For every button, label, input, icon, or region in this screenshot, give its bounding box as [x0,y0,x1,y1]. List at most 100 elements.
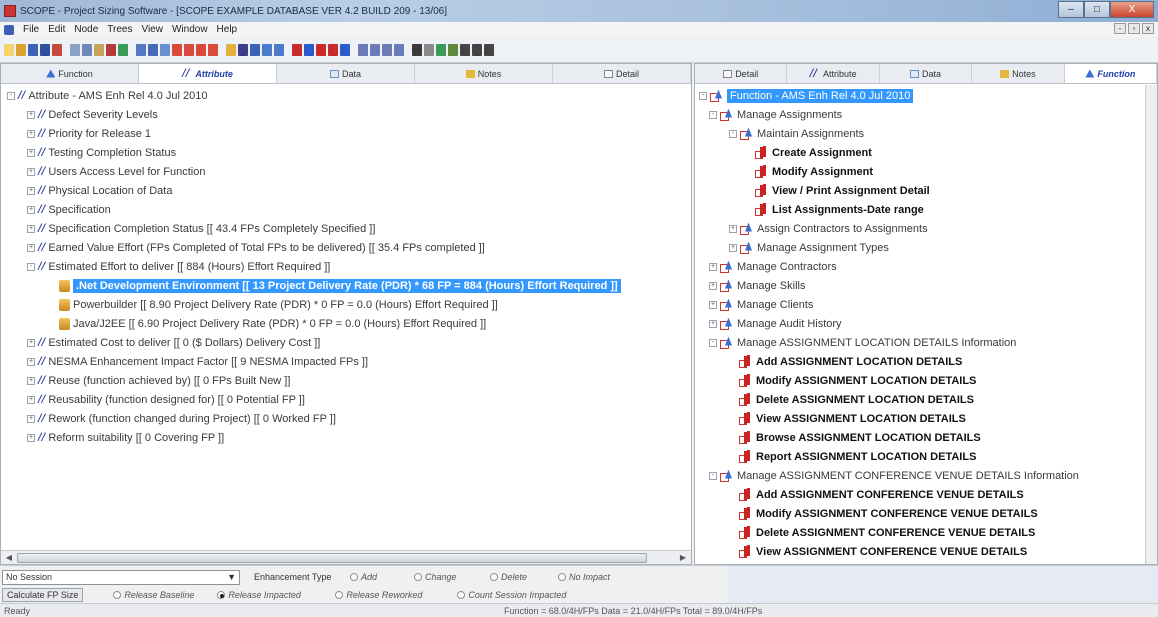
collapse-icon[interactable]: - [729,129,737,138]
tree-child-selected[interactable]: .Net Development Environment [[ 13 Proje… [1,276,691,295]
tree-item[interactable]: +//Users Access Level for Function [1,162,691,181]
save-all-icon[interactable] [40,43,50,56]
tree-group[interactable]: + Manage Clients [695,295,1145,314]
tree-group[interactable]: - Manage Assignments [695,105,1145,124]
tree-leaf[interactable]: View ASSIGNMENT CONFERENCE VENUE DETAILS [695,542,1145,561]
home-icon[interactable] [52,43,62,56]
tree-item[interactable]: +//Defect Severity Levels [1,105,691,124]
tree-leaf[interactable]: View ASSIGNMENT LOCATION DETAILS [695,409,1145,428]
maximize-button[interactable]: □ [1084,1,1110,18]
tree-leaf[interactable]: Delete ASSIGNMENT CONFERENCE VENUE DETAI… [695,523,1145,542]
release-impacted-radio[interactable]: Release Impacted [217,590,335,600]
refresh-icon[interactable] [436,43,446,56]
horizontal-scrollbar[interactable]: ◀ ▶ [1,550,691,564]
expand-icon[interactable]: + [27,357,35,366]
expand-icon[interactable]: + [27,224,35,233]
calculate-fp-size-button[interactable]: Calculate FP Size [2,588,84,602]
tree-group[interactable]: + Assign Contractors to Assignments [695,219,1145,238]
scroll-right-icon[interactable]: ▶ [677,552,689,564]
enh-add-radio[interactable]: Add [350,572,414,582]
tab-function[interactable]: Function [1064,64,1157,83]
menu-window[interactable]: Window [172,24,208,35]
zoom-out-icon[interactable] [274,43,284,56]
tab-attribute[interactable]: //Attribute [787,64,880,83]
count-session-impacted-radio[interactable]: Count Session Impacted [457,590,566,600]
flag-red2-icon[interactable] [316,43,326,56]
menu-trees[interactable]: Trees [107,24,132,35]
tree-leaf[interactable]: View / Print Assignment Detail [695,181,1145,200]
expand-icon[interactable]: + [27,414,35,423]
session-dropdown[interactable]: No Session ▼ [2,569,240,585]
right-icon[interactable] [208,43,218,56]
tree-item[interactable]: +//Specification [1,200,691,219]
tree-leaf[interactable]: Create Assignment [695,143,1145,162]
collapse-icon[interactable]: - [709,338,717,347]
scroll-thumb[interactable] [17,553,647,563]
tab-data[interactable]: Data [277,64,415,83]
enh-change-radio[interactable]: Change [414,572,490,582]
tree-group[interactable]: - Manage ASSIGNMENT LOCATION DETAILS Info… [695,333,1145,352]
attribute-icon[interactable] [358,43,368,56]
vertical-scrollbar[interactable] [1145,85,1157,564]
tab-notes[interactable]: Notes [972,64,1065,83]
tree-leaf[interactable]: Add ASSIGNMENT LOCATION DETAILS [695,352,1145,371]
menu-view[interactable]: View [141,24,163,35]
menu-node[interactable]: Node [74,24,98,35]
tree-leaf[interactable]: Report ASSIGNMENT LOCATION DETAILS [695,447,1145,466]
enh-no-impact-radio[interactable]: No Impact [558,572,610,582]
enh-delete-radio[interactable]: Delete [490,572,558,582]
flag-red3-icon[interactable] [328,43,338,56]
sum2-icon[interactable] [472,43,482,56]
app-menu-icon[interactable] [4,24,14,35]
tree-group[interactable]: + Manage Contractors [695,257,1145,276]
cycle-icon[interactable] [448,43,458,56]
flag-blue2-icon[interactable] [340,43,350,56]
tab-detail[interactable]: Detail [695,64,788,83]
mdi-restore-button[interactable]: ▫ [1128,23,1140,34]
tree-item[interactable]: +//Rework (function changed during Proje… [1,409,691,428]
menu-help[interactable]: Help [217,24,238,35]
tree-child[interactable]: Java/J2EE [[ 6.90 Project Delivery Rate … [1,314,691,333]
tree-group[interactable]: + Manage Skills [695,276,1145,295]
zoom-in-icon[interactable] [262,43,272,56]
expand-icon[interactable]: + [27,243,35,252]
tree-leaf[interactable]: List Assignments-Date range [695,200,1145,219]
tree-item[interactable]: +//Physical Location of Data [1,181,691,200]
expand-icon[interactable]: + [27,395,35,404]
tab-function[interactable]: Function [1,64,139,83]
release-baseline-radio[interactable]: Release Baseline [113,590,217,600]
tree-item[interactable]: +//NESMA Enhancement Impact Factor [[ 9 … [1,352,691,371]
scroll-left-icon[interactable]: ◀ [3,552,15,564]
mdi-minimize-button[interactable]: - [1114,23,1126,34]
expand-icon[interactable]: + [27,186,35,195]
flag-blue-icon[interactable] [304,43,314,56]
close-button[interactable]: X [1110,1,1154,18]
tree-leaf[interactable]: Browse ASSIGNMENT LOCATION DETAILS [695,428,1145,447]
up-icon[interactable] [172,43,182,56]
expand-icon[interactable]: + [709,262,717,271]
expand-icon[interactable]: + [27,148,35,157]
expand-icon[interactable]: + [729,224,737,233]
link-icon[interactable] [412,43,422,56]
collapse-icon[interactable]: - [7,91,15,100]
attribute2-icon[interactable] [370,43,380,56]
tree-item[interactable]: +//Estimated Cost to deliver [[ 0 ($ Dol… [1,333,691,352]
copy-icon[interactable] [82,43,92,56]
expand-icon[interactable]: + [729,243,737,252]
tree-item[interactable]: +//Testing Completion Status [1,143,691,162]
tree-leaf[interactable]: Modify ASSIGNMENT CONFERENCE VENUE DETAI… [695,504,1145,523]
sum3-icon[interactable] [484,43,494,56]
tree-child[interactable]: Powerbuilder [[ 8.90 Project Delivery Ra… [1,295,691,314]
mdi-close-button[interactable]: x [1142,23,1154,34]
tree-item[interactable]: +//Priority for Release 1 [1,124,691,143]
collapse-icon[interactable]: - [709,471,717,480]
tree-item[interactable]: +//Specification Completion Status [[ 43… [1,219,691,238]
tree-item[interactable]: +//Earned Value Effort (FPs Completed of… [1,238,691,257]
tree-root[interactable]: -//Attribute - AMS Enh Rel 4.0 Jul 2010 [1,86,691,105]
tree-item[interactable]: -//Estimated Effort to deliver [[ 884 (H… [1,257,691,276]
expand-icon[interactable]: + [27,338,35,347]
undo-icon[interactable] [118,43,128,56]
release-reworked-radio[interactable]: Release Reworked [335,590,457,600]
tree-group[interactable]: - Maintain Assignments [695,124,1145,143]
expand-icon[interactable]: + [27,376,35,385]
